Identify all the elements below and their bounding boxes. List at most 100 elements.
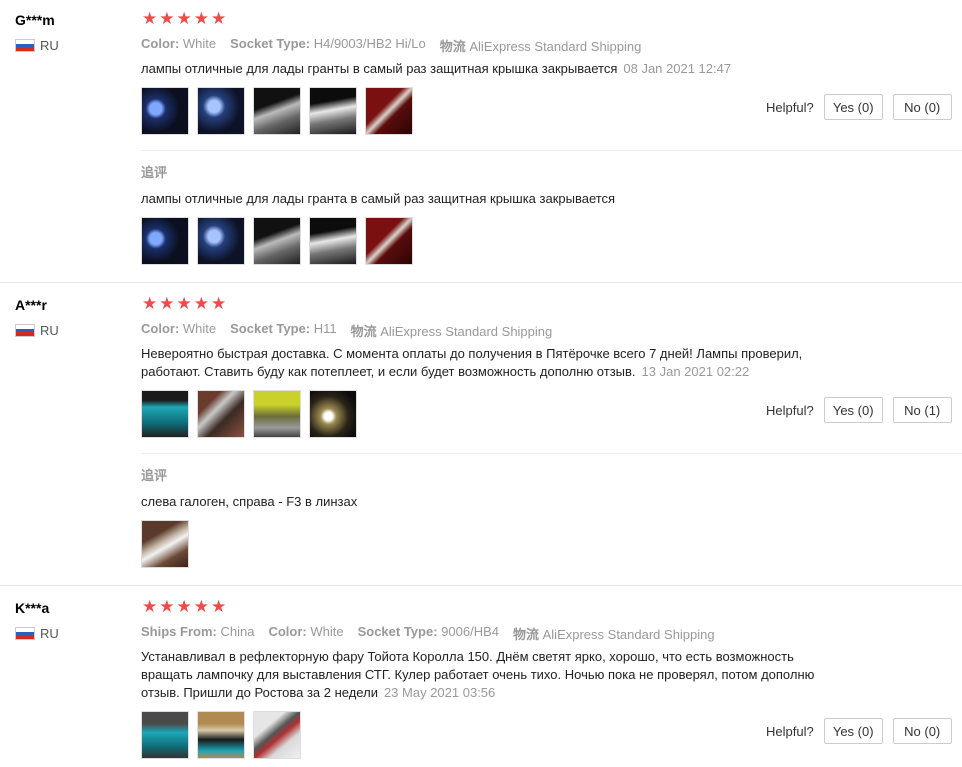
followup-divider	[141, 453, 962, 454]
review-photo[interactable]	[309, 87, 357, 135]
review-photo[interactable]	[197, 217, 245, 265]
review-divider	[0, 585, 962, 586]
vote-no-button[interactable]: No (0)	[892, 718, 952, 744]
product-attributes: Ships From: China Color: White Socket Ty…	[141, 624, 715, 643]
review-photo[interactable]	[309, 217, 357, 265]
star-icon: ★	[211, 294, 227, 314]
review-divider	[0, 282, 962, 283]
review-photo[interactable]	[141, 87, 189, 135]
color-label: Color:	[141, 36, 180, 51]
followup-label: 追评	[141, 166, 168, 181]
review-photo[interactable]	[253, 711, 301, 759]
review-date: 13 Jan 2021 02:22	[641, 364, 750, 379]
reviewer-country: RU	[15, 38, 59, 53]
socket-type-label: Socket Type:	[230, 36, 311, 51]
review-date: 23 May 2021 03:56	[383, 685, 496, 700]
socket-type-value: H4/9003/HB2 Hi/Lo	[313, 36, 426, 51]
star-icon: ★	[142, 597, 158, 617]
socket-type-label: Socket Type:	[357, 624, 438, 639]
star-icon: ★	[159, 9, 175, 29]
star-icon: ★	[176, 294, 192, 314]
reviewer-country: RU	[15, 323, 59, 338]
review-photo[interactable]	[365, 217, 413, 265]
review-photo[interactable]	[197, 390, 245, 438]
review-photo[interactable]	[365, 87, 413, 135]
review-photos	[141, 87, 413, 135]
country-code: RU	[40, 38, 59, 53]
review-body-line: Устанавливал в рефлекторную фару Тойота …	[141, 649, 794, 664]
review-body-line: отзыв. Пришли до Ростова за 2 недели	[141, 685, 378, 700]
product-attributes: Color: White Socket Type: H11 物流 AliExpr…	[141, 321, 552, 340]
star-icon: ★	[193, 9, 209, 29]
vote-no-button[interactable]: No (0)	[892, 94, 952, 120]
country-code: RU	[40, 323, 59, 338]
color-label: Color:	[141, 321, 180, 336]
shipping-value: AliExpress Standard Shipping	[542, 627, 715, 642]
star-icon: ★	[176, 9, 192, 29]
reviewer-name: A***r	[15, 297, 47, 313]
helpful-voting: Helpful? Yes (0) No (1)	[766, 397, 952, 423]
review-photos	[141, 711, 301, 759]
followup-label: 追评	[141, 469, 168, 484]
color-label: Color:	[268, 624, 307, 639]
review-photo[interactable]	[197, 87, 245, 135]
socket-type-label: Socket Type:	[230, 321, 311, 336]
helpful-label: Helpful?	[766, 723, 814, 739]
color-value: White	[310, 624, 344, 639]
followup-text: лампы отличные для лады гранта в самый р…	[141, 191, 616, 206]
reviewer-country: RU	[15, 626, 59, 641]
review-photo[interactable]	[253, 390, 301, 438]
star-icon: ★	[142, 294, 158, 314]
helpful-label: Helpful?	[766, 402, 814, 418]
review-text: лампы отличные для лады гранты в самый р…	[141, 60, 861, 78]
followup-text: слева галоген, справа - F3 в линзах	[141, 494, 358, 509]
review-body: лампы отличные для лады гранты в самый р…	[141, 61, 618, 76]
helpful-voting: Helpful? Yes (0) No (0)	[766, 94, 952, 120]
shipping-label: 物流	[439, 40, 466, 55]
star-icon: ★	[176, 597, 192, 617]
reviewer-name: K***a	[15, 600, 50, 616]
review-photo[interactable]	[141, 711, 189, 759]
shipping-value: AliExpress Standard Shipping	[380, 324, 553, 339]
review-photo[interactable]	[253, 87, 301, 135]
ships-from-label: Ships From:	[141, 624, 217, 639]
color-value: White	[182, 36, 217, 51]
ships-from-value: China	[220, 624, 255, 639]
shipping-label: 物流	[350, 325, 377, 340]
review-text: Устанавливал в рефлекторную фару Тойота …	[141, 648, 861, 702]
product-attributes: Color: White Socket Type: H4/9003/HB2 Hi…	[141, 36, 641, 55]
country-code: RU	[40, 626, 59, 641]
review-date: 08 Jan 2021 12:47	[623, 61, 732, 76]
star-icon: ★	[211, 9, 227, 29]
russia-flag-icon	[15, 324, 35, 337]
review-photos	[141, 390, 357, 438]
vote-yes-button[interactable]: Yes (0)	[823, 397, 883, 423]
review-photo[interactable]	[141, 217, 189, 265]
socket-type-value: H11	[313, 321, 337, 336]
star-icon: ★	[193, 294, 209, 314]
review-body-line: Невероятно быстрая доставка. С момента о…	[141, 346, 803, 361]
review-photo[interactable]	[309, 390, 357, 438]
star-icon: ★	[193, 597, 209, 617]
reviewer-name: G***m	[15, 12, 55, 28]
review-text: Невероятно быстрая доставка. С момента о…	[141, 345, 861, 381]
socket-type-value: 9006/HB4	[441, 624, 499, 639]
color-value: White	[182, 321, 217, 336]
vote-yes-button[interactable]: Yes (0)	[823, 94, 883, 120]
vote-no-button[interactable]: No (1)	[892, 397, 952, 423]
review-photo[interactable]	[141, 390, 189, 438]
review-photo[interactable]	[141, 520, 189, 568]
star-icon: ★	[211, 597, 227, 617]
star-icon: ★	[159, 597, 175, 617]
star-icon: ★	[159, 294, 175, 314]
review-body-line: работают. Ставить буду как потеплеет, и …	[141, 364, 636, 379]
review-photo[interactable]	[253, 217, 301, 265]
russia-flag-icon	[15, 39, 35, 52]
vote-yes-button[interactable]: Yes (0)	[823, 718, 883, 744]
followup-divider	[141, 150, 962, 151]
review-photo[interactable]	[197, 711, 245, 759]
shipping-value: AliExpress Standard Shipping	[469, 39, 642, 54]
review-body-line: вращать лампочку для выставления СТГ. Ку…	[141, 667, 815, 682]
followup-photos	[141, 217, 413, 265]
helpful-label: Helpful?	[766, 99, 814, 115]
